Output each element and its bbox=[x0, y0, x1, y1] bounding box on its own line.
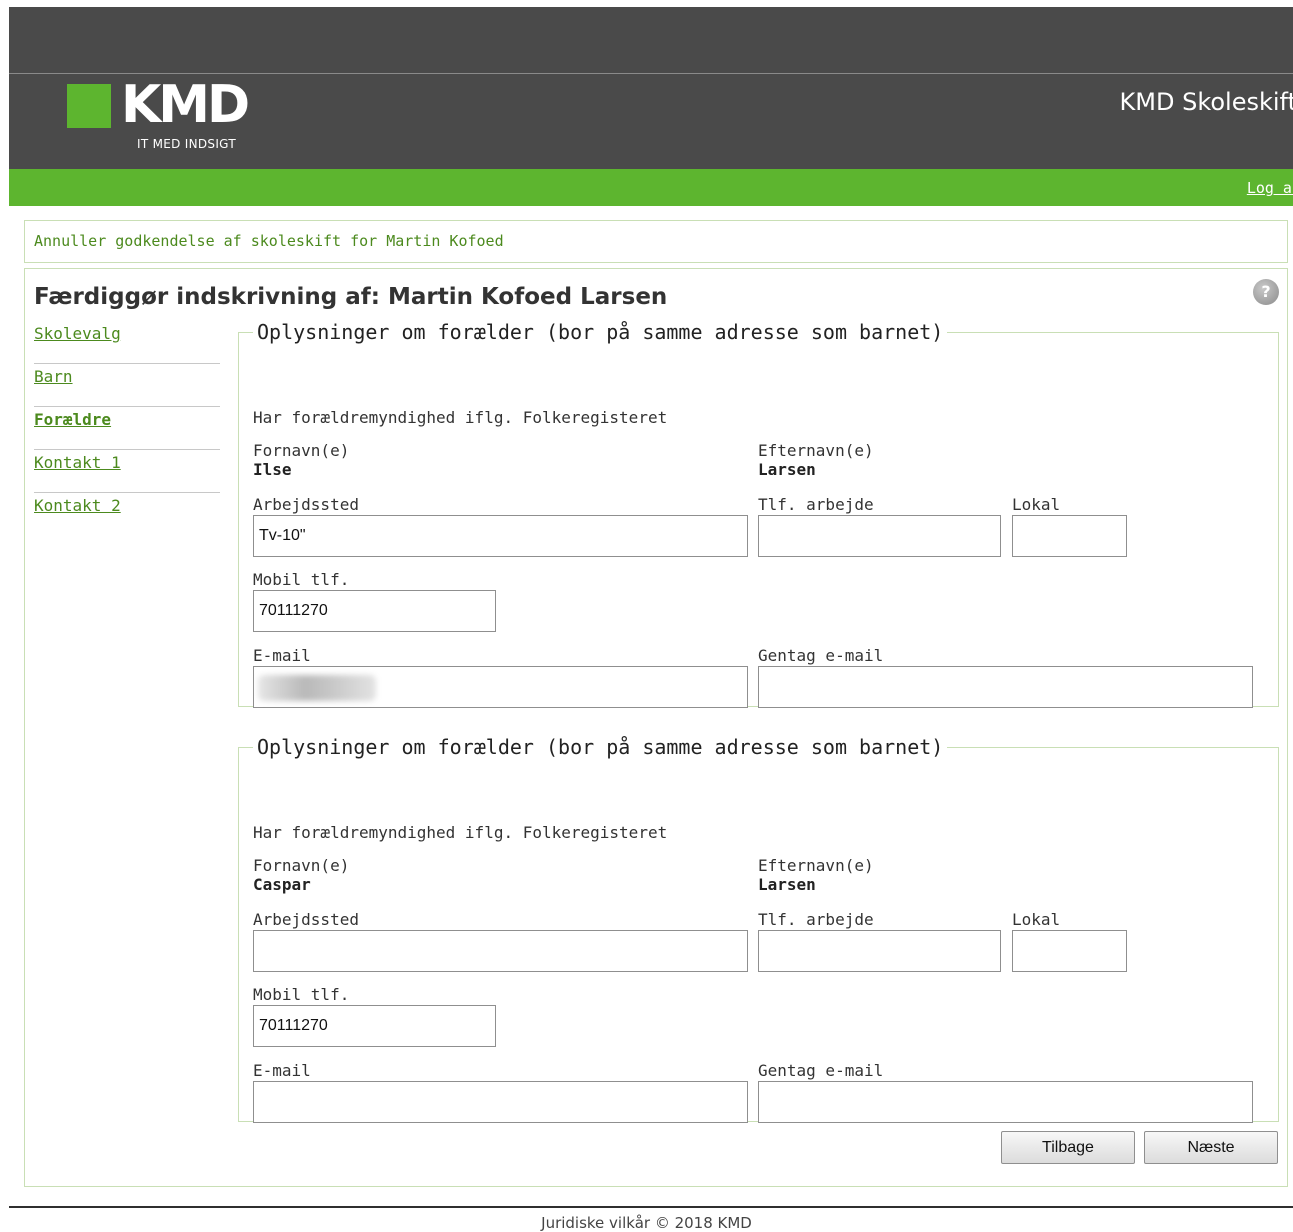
logo-square-icon bbox=[67, 84, 111, 128]
ext-label: Lokal bbox=[1012, 495, 1061, 514]
mobile-input[interactable] bbox=[253, 1005, 496, 1047]
header-divider bbox=[9, 73, 1293, 74]
email-repeat-label: Gentag e-mail bbox=[758, 646, 884, 665]
logout-link[interactable]: Log af bbox=[1247, 179, 1293, 197]
sidebar-item-kontakt-2[interactable]: Kontakt 2 bbox=[34, 493, 220, 535]
main-panel: Færdiggør indskrivning af: Martin Kofoed… bbox=[24, 268, 1288, 1187]
email-repeat-label: Gentag e-mail bbox=[758, 1061, 884, 1080]
parent-fieldset-2: Oplysninger om forælder (bor på samme ad… bbox=[238, 735, 1279, 1123]
sidebar-item-label[interactable]: Skolevalg bbox=[34, 324, 121, 343]
workphone-input[interactable] bbox=[758, 515, 1001, 557]
email-repeat-input[interactable] bbox=[758, 1081, 1253, 1123]
top-strip bbox=[0, 0, 1293, 7]
firstname-value: Caspar bbox=[253, 875, 311, 894]
kmd-logo[interactable]: KMD IT MED INDSIGT bbox=[67, 75, 277, 160]
firstname-label: Fornavn(e) bbox=[253, 441, 350, 460]
mobile-label: Mobil tlf. bbox=[253, 985, 350, 1004]
custody-note: Har forældremyndighed iflg. Folkeregiste… bbox=[253, 408, 668, 427]
workplace-label: Arbejdssted bbox=[253, 495, 359, 514]
sidebar-item-label[interactable]: Kontakt 2 bbox=[34, 496, 121, 515]
sidebar-item-foraeldre[interactable]: Forældre bbox=[34, 407, 220, 450]
parent-fieldset-1: Oplysninger om forælder (bor på samme ad… bbox=[238, 320, 1279, 708]
parent-legend: Oplysninger om forælder (bor på samme ad… bbox=[257, 320, 944, 344]
custody-note: Har forældremyndighed iflg. Folkeregiste… bbox=[253, 823, 668, 842]
sidebar-item-label[interactable]: Barn bbox=[34, 367, 73, 386]
firstname-value: Ilse bbox=[253, 460, 292, 479]
ext-label: Lokal bbox=[1012, 910, 1061, 929]
email-label: E-mail bbox=[253, 1061, 311, 1080]
workplace-input[interactable] bbox=[253, 930, 748, 972]
cancel-panel: Annuller godkendelse af skoleskift for M… bbox=[24, 220, 1288, 263]
cancel-approval-link[interactable]: Annuller godkendelse af skoleskift for M… bbox=[34, 232, 504, 250]
sidebar-item-barn[interactable]: Barn bbox=[34, 364, 220, 407]
app-title: KMD Skoleskift bbox=[1119, 88, 1293, 116]
step-navigation: Skolevalg Barn Forældre Kontakt 1 Kontak… bbox=[34, 321, 220, 535]
footer-legal-link[interactable]: Juridiske vilkår © 2018 KMD bbox=[0, 1214, 1293, 1232]
back-button[interactable]: Tilbage bbox=[1001, 1131, 1135, 1164]
workphone-input[interactable] bbox=[758, 930, 1001, 972]
lastname-value: Larsen bbox=[758, 875, 816, 894]
ext-input[interactable] bbox=[1012, 515, 1127, 557]
workplace-label: Arbejdssted bbox=[253, 910, 359, 929]
lastname-label: Efternavn(e) bbox=[758, 856, 874, 875]
footer-divider bbox=[9, 1206, 1293, 1208]
page-title: Færdiggør indskrivning af: Martin Kofoed… bbox=[34, 284, 668, 310]
mobile-label: Mobil tlf. bbox=[253, 570, 350, 589]
sidebar-item-label[interactable]: Forældre bbox=[34, 410, 111, 429]
sidebar-item-kontakt-1[interactable]: Kontakt 1 bbox=[34, 450, 220, 493]
workphone-label: Tlf. arbejde bbox=[758, 495, 874, 514]
lastname-label: Efternavn(e) bbox=[758, 441, 874, 460]
logo-tagline: IT MED INDSIGT bbox=[137, 137, 236, 151]
workplace-input[interactable] bbox=[253, 515, 748, 557]
lastname-value: Larsen bbox=[758, 460, 816, 479]
ext-input[interactable] bbox=[1012, 930, 1127, 972]
next-button[interactable]: Næste bbox=[1144, 1131, 1278, 1164]
redacted-email bbox=[258, 675, 376, 701]
logo-wordmark: KMD bbox=[121, 75, 250, 135]
help-icon[interactable]: ? bbox=[1253, 279, 1279, 305]
mobile-input[interactable] bbox=[253, 590, 496, 632]
parent-legend: Oplysninger om forælder (bor på samme ad… bbox=[257, 735, 944, 759]
sidebar-item-label[interactable]: Kontakt 1 bbox=[34, 453, 121, 472]
email-repeat-input[interactable] bbox=[758, 666, 1253, 708]
email-label: E-mail bbox=[253, 646, 311, 665]
nav-bar: Log af bbox=[9, 169, 1293, 206]
email-input[interactable] bbox=[253, 666, 748, 708]
workphone-label: Tlf. arbejde bbox=[758, 910, 874, 929]
email-input[interactable] bbox=[253, 1081, 748, 1123]
sidebar-item-skolevalg[interactable]: Skolevalg bbox=[34, 321, 220, 364]
firstname-label: Fornavn(e) bbox=[253, 856, 350, 875]
